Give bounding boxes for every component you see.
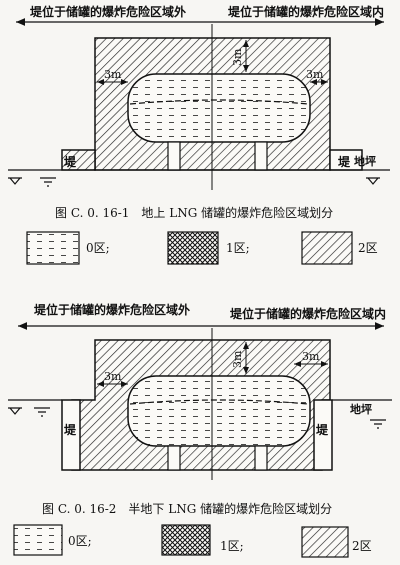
dike-left-label: 堤 <box>64 154 77 169</box>
dim-top-text: 3m <box>231 48 244 66</box>
tank-support-right <box>254 445 268 471</box>
legend-zone1-label: 1区; <box>220 539 244 553</box>
legend-zone0-label: 0区; <box>86 241 110 255</box>
legend-zone2-label: 2区 <box>352 539 372 553</box>
lng-tank <box>127 375 311 447</box>
legend-zone0-swatch <box>13 524 63 556</box>
legend-zone0-swatch <box>26 231 80 265</box>
label-inside-zone: 堤位于储罐的爆炸危险区域内 <box>228 4 384 19</box>
label-outside-zone: 堤位于储罐的爆炸危险区域外 <box>34 302 190 317</box>
figure-2-semi-underground: 堤位于储罐的爆炸危险区域外 堤位于储罐的爆炸危险区域内 3m 3m 3m 堤 堤… <box>8 302 392 516</box>
legend-figure-2: 0区; 1区; 2区 <box>13 524 372 558</box>
dim-top-text: 3m <box>231 350 244 368</box>
ground-symbol-icon <box>8 177 380 187</box>
legend-zone0-label: 0区; <box>68 534 92 548</box>
lng-tank <box>127 73 311 143</box>
tank-support-left <box>167 141 181 171</box>
label-outside-zone: 堤位于储罐的爆炸危险区域外 <box>30 4 186 19</box>
legend-zone1-label: 1区; <box>226 241 250 255</box>
dim-left-text: 3m <box>104 68 122 81</box>
legend-figure-1: 0区; 1区; 2区 <box>26 231 378 265</box>
caption-figure-2: 图 C. 0. 16-2 半地下 LNG 储罐的爆炸危险区域划分 <box>42 501 332 516</box>
tank-support-right <box>254 141 268 171</box>
legend-zone2-swatch <box>301 231 353 265</box>
legend-zone1-swatch <box>167 231 219 265</box>
tank-support-left <box>167 445 181 471</box>
ground-label: 地坪 <box>354 154 376 168</box>
dike-left-label: 堤 <box>64 422 77 437</box>
legend-zone2-swatch <box>301 526 349 558</box>
dim-right-text: 3m <box>302 350 320 363</box>
dike-right-label: 堤 <box>316 422 329 437</box>
legend-zone2-label: 2区 <box>358 241 378 255</box>
label-inside-zone: 堤位于储罐的爆炸危险区域内 <box>230 306 386 321</box>
dim-left-text: 3m <box>104 370 122 383</box>
lng-zone-figure-sheet: 堤位于储罐的爆炸危险区域外 堤位于储罐的爆炸危险区域内 3m 3m 3m 堤 堤… <box>0 0 400 565</box>
legend-zone1-swatch <box>161 524 211 556</box>
dim-right-text: 3m <box>306 68 324 81</box>
ground-label: 地坪 <box>350 402 372 416</box>
figure-1-above-ground: 堤位于储罐的爆炸危险区域外 堤位于储罐的爆炸危险区域内 3m 3m 3m 堤 堤… <box>8 4 390 220</box>
dike-right-label: 堤 <box>338 154 351 169</box>
caption-figure-1: 图 C. 0. 16-1 地上 LNG 储罐的爆炸危险区域划分 <box>55 205 333 220</box>
diagram-canvas: 堤位于储罐的爆炸危险区域外 堤位于储罐的爆炸危险区域内 3m 3m 3m 堤 堤… <box>8 4 392 558</box>
